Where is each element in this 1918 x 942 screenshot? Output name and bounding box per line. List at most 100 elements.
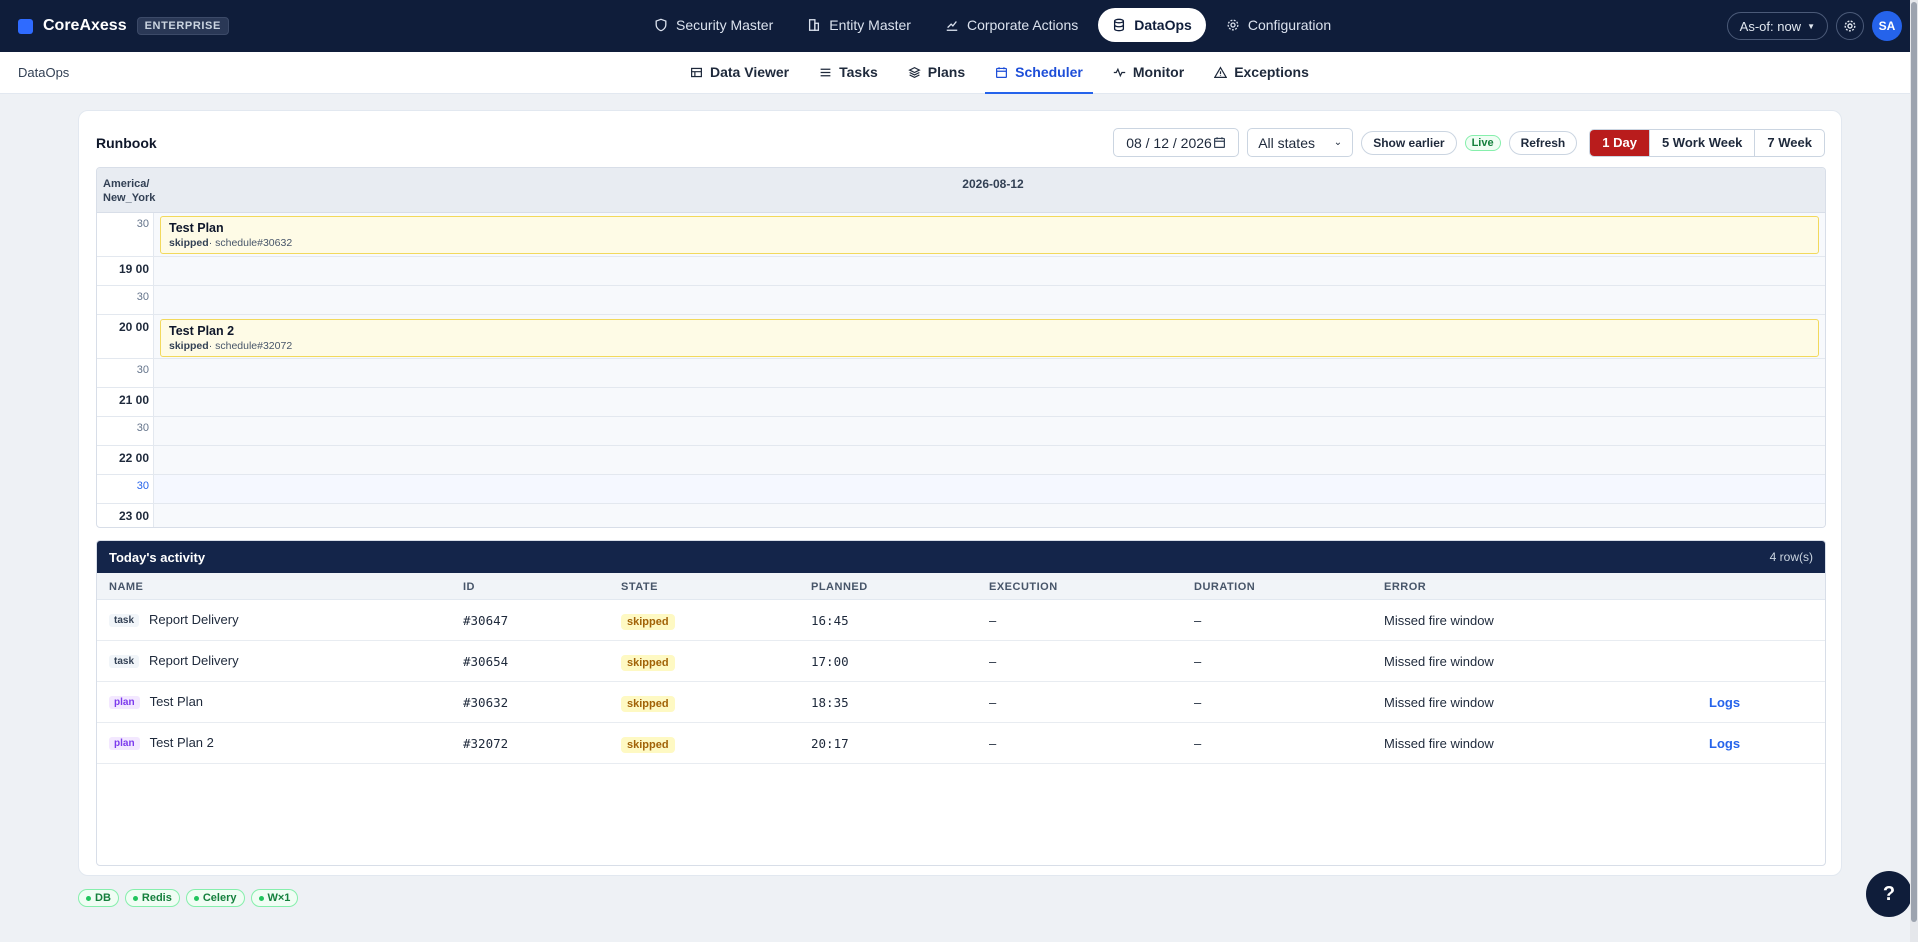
nav-label: Configuration [1247,17,1332,33]
tab-plans[interactable]: Plans [898,52,975,94]
date-input[interactable]: 08 / 12 / 2026 [1113,128,1240,157]
settings-button[interactable] [1836,12,1864,40]
calendar-event[interactable]: Test Plan skipped· schedule#30632 [160,216,1819,254]
gear-icon [1844,20,1856,32]
runbook-controls: 08 / 12 / 2026 All states ⌄ Show earlier… [1113,128,1825,157]
status-dot-icon [193,895,199,901]
nav-dataops[interactable]: DataOps [1098,8,1206,42]
service-status-bar: DB Redis Celery W×1 [78,889,299,907]
row-execution: – [989,736,997,751]
brand[interactable]: CoreAxess ENTERPRISE [18,0,229,52]
slot-cell [153,446,1825,474]
tab-data-viewer[interactable]: Data Viewer [680,52,799,94]
runbook-title: Runbook [96,135,157,151]
gear-icon [1227,19,1239,31]
row-error: Missed fire window [1384,654,1494,669]
row-error: Missed fire window [1384,613,1494,628]
time-slot[interactable]: 23 00 [97,504,1825,527]
view-1-day[interactable]: 1 Day [1590,129,1649,156]
as-of-label: As-of: now [1739,18,1802,34]
calendar-icon [996,66,1008,78]
slot-cell [153,257,1825,285]
table-row[interactable]: plan Test Plan #30632 skipped 18:35 – – M… [97,682,1825,723]
time-slot[interactable]: 30 [97,359,1825,388]
tab-monitor[interactable]: Monitor [1103,52,1194,94]
time-slot[interactable]: 22 00 [97,446,1825,475]
dataops-tabs: Data Viewer Tasks Plans Scheduler Monito… [680,52,1319,94]
chip-label: W×1 [267,892,291,904]
state-filter-select[interactable]: All states ⌄ [1247,128,1354,157]
row-duration: – [1194,613,1202,628]
table-row[interactable]: task Report Delivery #30654 skipped 17:00… [97,641,1825,682]
table-icon [691,67,702,77]
col-execution[interactable]: EXECUTION [989,581,1058,593]
tab-label: Plans [927,64,966,80]
col-duration[interactable]: DURATION [1194,581,1255,593]
user-avatar[interactable]: SA [1872,11,1902,41]
nav-configuration[interactable]: Configuration [1212,8,1345,42]
row-state: skipped [621,613,675,630]
col-name[interactable]: NAME [109,581,143,593]
event-ref: · schedule#32072 [208,340,293,352]
nav-entity-master[interactable]: Entity Master [793,8,925,42]
table-row[interactable]: plan Test Plan 2 #32072 skipped 20:17 – –… [97,723,1825,764]
refresh-button[interactable]: Refresh [1508,130,1578,155]
logs-link[interactable]: Logs [1709,736,1740,751]
row-id: #32072 [463,736,509,751]
tab-scheduler[interactable]: Scheduler [985,52,1093,94]
show-earlier-button[interactable]: Show earlier [1361,130,1457,155]
tab-tasks[interactable]: Tasks [809,52,888,94]
logs-link[interactable]: Logs [1709,695,1740,710]
slot-cell [153,504,1825,527]
page-scrollbar[interactable] [1910,0,1918,942]
layers-icon [908,66,921,78]
nav-corporate-actions[interactable]: Corporate Actions [931,8,1092,42]
row-duration: – [1194,695,1202,710]
kind-badge: plan [109,696,140,710]
time-slot[interactable]: 21 00 [97,388,1825,417]
row-planned: 18:35 [811,695,849,710]
table-header: NAME ID STATE PLANNED EXECUTION DURATION… [97,573,1825,600]
status-chip-workers: W×1 [250,889,299,907]
table-row[interactable]: task Report Delivery #30647 skipped 16:45… [97,600,1825,641]
live-badge: Live [1464,134,1501,151]
row-planned: 17:00 [811,654,849,669]
time-slot[interactable]: 30 [97,417,1825,446]
tab-label: Scheduler [1015,64,1083,80]
time-slot[interactable]: 19 00 [97,257,1825,286]
row-name-text: Report Delivery [149,612,239,627]
col-state[interactable]: STATE [621,581,658,593]
help-button[interactable]: ? [1866,871,1912,917]
nav-label: Entity Master [829,17,911,33]
brand-logo-icon [18,18,33,34]
calendar-event[interactable]: Test Plan 2 skipped· schedule#32072 [160,319,1819,357]
col-planned[interactable]: PLANNED [811,581,868,593]
view-5-work-week[interactable]: 5 Work Week [1648,129,1754,156]
time-slot[interactable]: 30 [97,286,1825,315]
slot-label: 21 00 [118,393,149,407]
state-filter-value: All states [1258,134,1315,151]
tab-exceptions[interactable]: Exceptions [1204,52,1319,94]
event-subtitle: skipped· schedule#32072 [169,340,1810,352]
breadcrumb[interactable]: DataOps [18,65,69,80]
state-badge: skipped [621,614,675,630]
scrollbar-thumb[interactable] [1911,2,1917,922]
row-planned: 20:17 [811,736,849,751]
event-title: Test Plan 2 [169,324,235,338]
col-id[interactable]: ID [463,581,475,593]
col-error[interactable]: ERROR [1384,581,1426,593]
row-id: #30632 [463,695,509,710]
calendar-icon[interactable] [1213,136,1226,149]
row-name: plan Test Plan [109,694,203,710]
row-name: task Report Delivery [109,653,239,669]
as-of-dropdown[interactable]: As-of: now ▼ [1726,12,1828,40]
row-state: skipped [621,736,675,753]
view-7-week[interactable]: 7 Week [1754,129,1824,156]
top-right-controls: As-of: now ▼ SA [1726,11,1902,41]
nav-security-master[interactable]: Security Master [640,8,787,42]
status-dot-icon [132,895,138,901]
time-slot[interactable]: 30 [97,475,1825,504]
activity-title: Today's activity [109,549,206,565]
caret-down-icon: ▼ [1807,21,1815,31]
row-error: Missed fire window [1384,736,1494,751]
